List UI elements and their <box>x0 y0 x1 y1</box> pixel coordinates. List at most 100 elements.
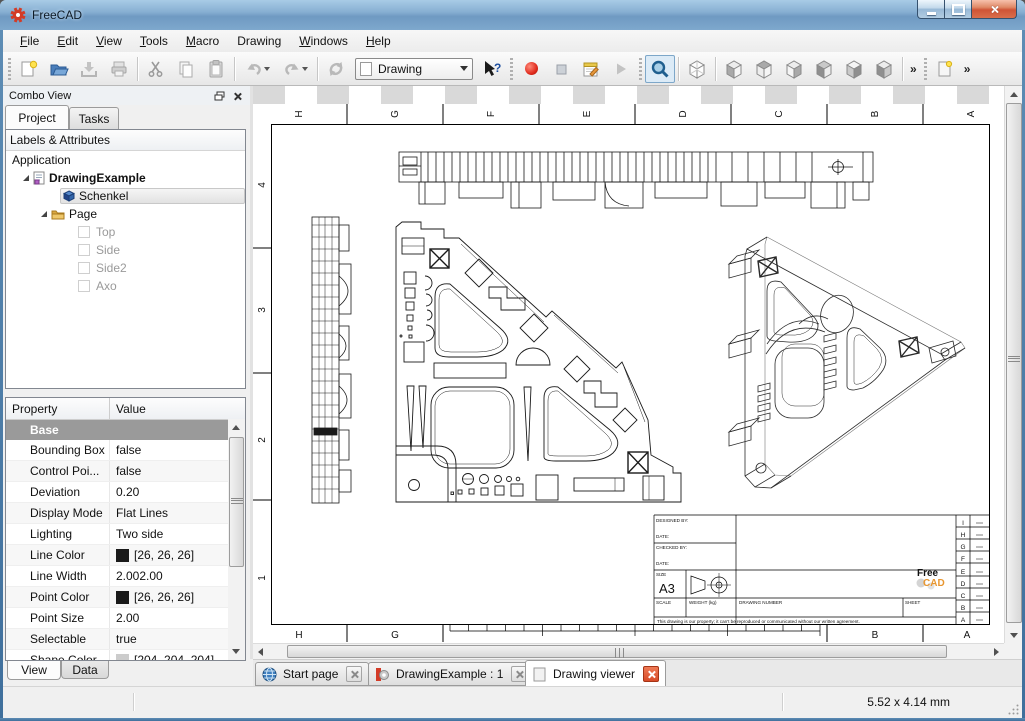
float-panel-icon <box>214 91 225 101</box>
undo-button[interactable] <box>238 55 276 83</box>
copy-button[interactable] <box>171 55 201 83</box>
scroll-right-icon[interactable] <box>994 648 999 656</box>
expander-icon[interactable] <box>23 175 29 181</box>
property-row[interactable]: LightingTwo side <box>6 524 228 545</box>
tab-drawing-viewer[interactable]: Drawing viewer <box>525 660 666 687</box>
top-view-button[interactable] <box>749 55 779 83</box>
close-panel-button[interactable] <box>230 89 244 102</box>
cut-button[interactable] <box>141 55 171 83</box>
open-document-button[interactable] <box>44 55 74 83</box>
rear-view-button[interactable] <box>809 55 839 83</box>
tree-item-side[interactable]: Side <box>6 241 245 259</box>
tab-close-button[interactable] <box>346 666 362 682</box>
menu-windows[interactable]: Windows <box>290 31 357 51</box>
property-row[interactable]: Deviation0.20 <box>6 482 228 503</box>
column-header-property[interactable]: Property <box>6 398 110 419</box>
svg-text:A: A <box>961 617 966 624</box>
toolbar-overflow-button[interactable]: » <box>960 62 975 76</box>
toolbar-drag-handle[interactable] <box>639 58 642 80</box>
horizontal-scrollbar[interactable] <box>253 643 1004 659</box>
menu-help[interactable]: Help <box>357 31 400 51</box>
menu-file[interactable]: File <box>11 31 48 51</box>
new-sheet-button[interactable] <box>930 55 960 83</box>
tree-root-application[interactable]: Application <box>6 151 245 169</box>
macro-play-button[interactable] <box>606 55 636 83</box>
property-row[interactable]: Control Poi...false <box>6 461 228 482</box>
macro-stop-button[interactable] <box>546 55 576 83</box>
menu-macro[interactable]: Macro <box>177 31 228 51</box>
column-header-value[interactable]: Value <box>110 398 245 419</box>
maximize-button[interactable] <box>944 0 972 19</box>
macro-edit-button[interactable] <box>576 55 606 83</box>
vertical-scrollbar[interactable] <box>1004 86 1022 643</box>
workbench-selector[interactable]: Drawing <box>355 58 473 80</box>
property-row[interactable]: Display ModeFlat Lines <box>6 503 228 524</box>
toolbar-overflow-button[interactable]: » <box>906 62 921 76</box>
save-button[interactable] <box>74 55 104 83</box>
left-view-button[interactable] <box>869 55 899 83</box>
new-document-button[interactable] <box>14 55 44 83</box>
tab-start-page[interactable]: Start page <box>255 662 369 686</box>
refresh-button[interactable] <box>321 55 351 83</box>
tab-data[interactable]: Data <box>61 661 109 679</box>
tree-item-axo[interactable]: Axo <box>6 277 245 295</box>
menu-view[interactable]: View <box>87 31 131 51</box>
scroll-down-icon[interactable] <box>1010 633 1018 638</box>
tab-project[interactable]: Project <box>5 105 69 129</box>
property-row[interactable]: Point Size2.00 <box>6 608 228 629</box>
print-button[interactable] <box>104 55 134 83</box>
scroll-up-icon[interactable] <box>1010 92 1018 97</box>
tab-tasks[interactable]: Tasks <box>69 107 119 129</box>
undo-dropdown-caret[interactable] <box>264 67 270 71</box>
tree-item-schenkel[interactable]: Schenkel <box>6 187 245 205</box>
scroll-left-icon[interactable] <box>258 648 263 656</box>
menu-edit[interactable]: Edit <box>48 31 87 51</box>
combo-view-titlebar[interactable]: Combo View <box>3 86 250 105</box>
app-window: FreeCAD File Edit View Tools Macro Drawi… <box>0 0 1025 721</box>
float-panel-button[interactable] <box>212 89 226 102</box>
drawing-viewer-canvas[interactable]: H G F E D C B A 4 3 2 1 H G B A <box>253 86 1004 643</box>
bottom-view-button[interactable] <box>839 55 869 83</box>
property-group-base[interactable]: Base <box>6 420 228 440</box>
title-bar[interactable]: FreeCAD <box>0 0 1025 31</box>
resize-grip[interactable] <box>1007 703 1020 716</box>
tree-item-page[interactable]: Page <box>6 205 245 223</box>
redo-dropdown-caret[interactable] <box>302 67 308 71</box>
menu-drawing[interactable]: Drawing <box>228 31 290 51</box>
whats-this-button[interactable]: ? <box>477 55 507 83</box>
tab-drawing-example[interactable]: DrawingExample : 1 <box>368 662 534 686</box>
property-row[interactable]: Line Color[26, 26, 26] <box>6 545 228 566</box>
tab-view[interactable]: View <box>7 661 61 680</box>
front-view-button[interactable] <box>719 55 749 83</box>
redo-button[interactable] <box>276 55 314 83</box>
property-row[interactable]: Bounding Boxfalse <box>6 440 228 461</box>
property-row[interactable]: Point Color[26, 26, 26] <box>6 587 228 608</box>
scrollbar-thumb[interactable] <box>229 437 244 567</box>
expander-icon[interactable] <box>41 211 47 217</box>
tree-item-top[interactable]: Top <box>6 223 245 241</box>
paste-button[interactable] <box>201 55 231 83</box>
scroll-up-icon[interactable] <box>232 425 240 430</box>
svg-text:DATE:: DATE: <box>656 561 669 566</box>
tree-item-document[interactable]: DrawingExample <box>6 169 245 187</box>
property-row[interactable]: Line Width2.002.00 <box>6 566 228 587</box>
property-row[interactable]: Selectabletrue <box>6 629 228 650</box>
axonometric-view-button[interactable] <box>682 55 712 83</box>
macro-record-button[interactable] <box>516 55 546 83</box>
scroll-down-icon[interactable] <box>232 649 240 654</box>
tab-close-button[interactable] <box>643 666 659 682</box>
toolbar-drag-handle[interactable] <box>510 58 513 80</box>
close-button[interactable] <box>971 0 1017 19</box>
tree-item-side2[interactable]: Side2 <box>6 259 245 277</box>
fit-all-button[interactable] <box>645 55 675 83</box>
menu-tools[interactable]: Tools <box>131 31 177 51</box>
property-row[interactable]: Shape Color[204, 204, 204] <box>6 650 228 661</box>
toolbar-drag-handle[interactable] <box>8 58 11 80</box>
scrollbar-thumb[interactable] <box>1006 103 1022 623</box>
view-item-icon <box>78 262 90 274</box>
toolbar-drag-handle[interactable] <box>924 58 927 80</box>
minimize-button[interactable] <box>917 0 945 19</box>
right-view-button[interactable] <box>779 55 809 83</box>
scrollbar-thumb[interactable] <box>287 645 947 658</box>
property-scrollbar[interactable] <box>228 419 245 660</box>
